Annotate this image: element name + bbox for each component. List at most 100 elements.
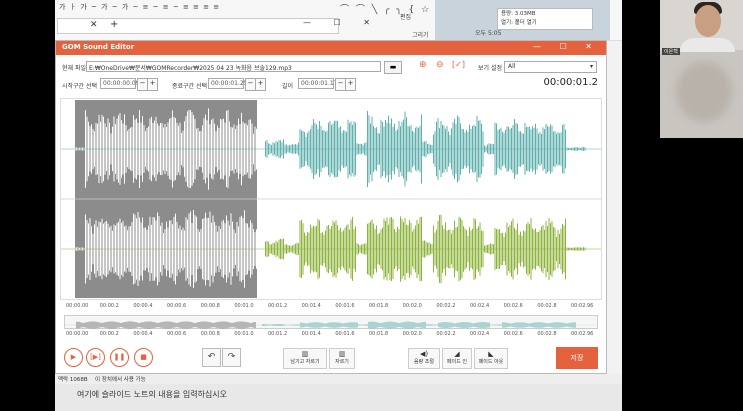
size-line: 용량: 3.03MB [501, 11, 536, 17]
file-row: 현재 파일 E:₩OneDrive₩문서₩GOMRecorder₩2025 04… [56, 55, 606, 75]
save-button[interactable]: 저장 [556, 347, 598, 369]
folder-open-icon[interactable]: ▬ [384, 61, 402, 74]
cut-button[interactable]: ▥ 자르기 [329, 348, 355, 369]
play-icon[interactable]: ▶ [64, 348, 83, 367]
shapes-gallery[interactable]: ⌒ ⌒ ╲ ╭ ╮ { ☆ [340, 2, 431, 15]
redo-icon[interactable]: ↷ [222, 348, 241, 367]
time-ruler-top: 00:00.00 00:00.2 00:00.4 00:00.6 00:00.8 00:0… [60, 303, 600, 313]
end-time-field[interactable]: 00:00:01.25 [208, 78, 248, 89]
waveform-area[interactable] [60, 98, 602, 300]
window-controls[interactable]: — ☐ ✕ [303, 18, 380, 27]
waveform[interactable] [61, 99, 601, 299]
open-line[interactable]: 열기: 폴더 열기 [501, 19, 589, 28]
ruler-tick: 00:02.0 [402, 331, 422, 337]
cut-keep-icon: ▥ [301, 350, 309, 358]
end-label: 종료구간 선택 [172, 83, 208, 90]
length-plus-button[interactable]: + [345, 78, 356, 91]
range-row: 시작구간 선택 00:00:00.09 − + 종료구간 선택 00:00:01… [56, 75, 606, 93]
ruler-tick: 00:02.2 [436, 331, 456, 337]
ruler-tick: 00:02.6 [503, 303, 523, 309]
ruler-tick: 00:01.8 [369, 303, 389, 309]
fade-in-button[interactable]: ◢ 페이드 인 [442, 348, 472, 369]
ruler-tick: 00:01.8 [369, 331, 389, 337]
overview-waveform[interactable] [64, 319, 597, 331]
desktop-screen: 가 ㅏ 가 ~ 가 ~ 가 ~ ≡ ~ ≡ ~ ≡ ≡ ≡ ≡ ⌒ ⌒ ╲ ╭ … [55, 0, 622, 411]
ruler-tick: 00:00.2 [99, 331, 119, 337]
zoom-out-icon[interactable]: ⊖ [436, 60, 444, 70]
file-info-popup: 용량: 3.03MB 열기: 폴더 열기 [497, 8, 593, 30]
fade-in-label: 페이드 인 [447, 359, 467, 365]
ruler-tick: 00:00.4 [133, 303, 153, 309]
blurred-participant [676, 62, 732, 122]
time-ruler-bottom: 00:00.00 00:00.2 00:00.4 00:00.6 00:00.8 00:0… [60, 331, 600, 341]
cut-keep-button[interactable]: ▥ 남기고 자르기 [283, 348, 327, 369]
draw-label: 그리기 [412, 32, 429, 39]
ruler-tick: 00:02.4 [470, 303, 490, 309]
volume-label: 음량 조절 [414, 359, 434, 365]
ruler-tick: 00:01.2 [268, 331, 288, 337]
sound-editor-window: GOM Sound Editor — ☐ ✕ 현재 파일 E:₩OneDrive… [55, 40, 607, 374]
ruler-tick: 00:02.8 [537, 331, 557, 337]
stop-icon[interactable]: ■ [134, 348, 153, 367]
pause-icon[interactable]: ❚❚ [110, 348, 129, 367]
app-title: GOM Sound Editor [62, 43, 135, 51]
length-label: 길이 [282, 83, 294, 90]
length-field[interactable]: 00:00:01.17 [298, 78, 338, 89]
zoom-in-icon[interactable]: ⊕ [419, 60, 427, 70]
ruler-tick: 00:01.0 [234, 303, 254, 309]
ruler-tick: 00:02.96 [571, 303, 594, 309]
start-plus-button[interactable]: + [147, 78, 158, 91]
cut-keep-label: 남기고 자르기 [290, 359, 320, 365]
status-bar: 맥락 1068B 이 장치에서 사용 가능 [55, 374, 622, 384]
ruler-tick: 00:00.6 [167, 331, 187, 337]
status-left: 맥락 1068B [58, 377, 88, 383]
ruler-tick: 00:02.0 [402, 303, 422, 309]
ruler-tick: 00:01.6 [335, 303, 355, 309]
start-time-field[interactable]: 00:00:00.09 [100, 78, 140, 89]
file-path-field[interactable]: E:₩OneDrive₩문서₩GOMRecorder₩2025 04 23 녹화… [86, 61, 381, 72]
new-tab-icon[interactable]: + [110, 19, 118, 30]
title-bar[interactable]: GOM Sound Editor — ☐ ✕ [56, 41, 606, 55]
ruler-tick: 00:00.6 [167, 303, 187, 309]
speaker-icon: ◀) [419, 350, 429, 358]
view-value: All [508, 63, 516, 70]
undo-icon[interactable]: ↶ [202, 348, 221, 367]
ruler-tick: 00:00.8 [200, 303, 220, 309]
notes-placeholder: 여기에 슬라이드 노트의 내용을 입력하십시오 [77, 390, 228, 399]
chevron-down-icon: ▾ [589, 63, 593, 70]
ruler-tick: 00:00.00 [66, 303, 89, 309]
overview-bar[interactable] [64, 315, 598, 329]
ruler-tick: 00:00.4 [133, 331, 153, 337]
ruler-tick: 00:01.0 [234, 331, 254, 337]
browser-tab[interactable]: ✕ + [57, 18, 339, 34]
view-select[interactable]: All ▾ [504, 61, 597, 73]
fade-out-button[interactable]: ◣ 페이드 아웃 [474, 348, 508, 369]
fade-out-icon: ◣ [488, 350, 494, 358]
ruler-tick: 00:00.8 [200, 331, 220, 337]
current-file-label: 현재 파일 [62, 65, 86, 72]
webcam-name-label: 이은혁 [662, 48, 680, 55]
ruler-tick: 00:01.6 [335, 331, 355, 337]
ruler-tick: 00:01.4 [301, 303, 321, 309]
ruler-tick: 00:02.6 [503, 331, 523, 337]
popup-extra: 오두 5:05 [475, 30, 502, 37]
fit-icon[interactable]: [✓] [452, 60, 465, 69]
end-plus-button[interactable]: + [255, 78, 266, 91]
current-time-display: 00:00:01.2 [543, 77, 598, 88]
fade-in-icon: ◢ [454, 350, 460, 358]
ruler-tick: 00:02.4 [470, 331, 490, 337]
ruler-tick: 00:00.2 [99, 303, 119, 309]
ruler-tick: 00:02.2 [436, 303, 456, 309]
play-selection-icon[interactable]: [▶] [86, 348, 105, 367]
volume-button[interactable]: ◀) 음량 조절 [408, 348, 440, 369]
slide-notes-pane[interactable]: 여기에 슬라이드 노트의 내용을 입력하십시오 [55, 384, 622, 411]
title-buttons[interactable]: — ☐ ✕ [533, 42, 600, 51]
edit-label: 편집 [400, 14, 412, 21]
close-icon[interactable]: ✕ [90, 20, 98, 30]
background-ribbon: 가 ㅏ 가 ~ 가 ~ 가 ~ ≡ ~ ≡ ~ ≡ ≡ ≡ ≡ ⌒ ⌒ ╲ ╭ … [55, 0, 622, 41]
ruler-tick: 00:01.2 [268, 303, 288, 309]
start-label: 시작구간 선택 [62, 83, 98, 90]
ruler-tick: 00:02.8 [537, 303, 557, 309]
cut-label: 자르기 [335, 359, 349, 365]
ruler-tick: 00:01.4 [301, 331, 321, 337]
